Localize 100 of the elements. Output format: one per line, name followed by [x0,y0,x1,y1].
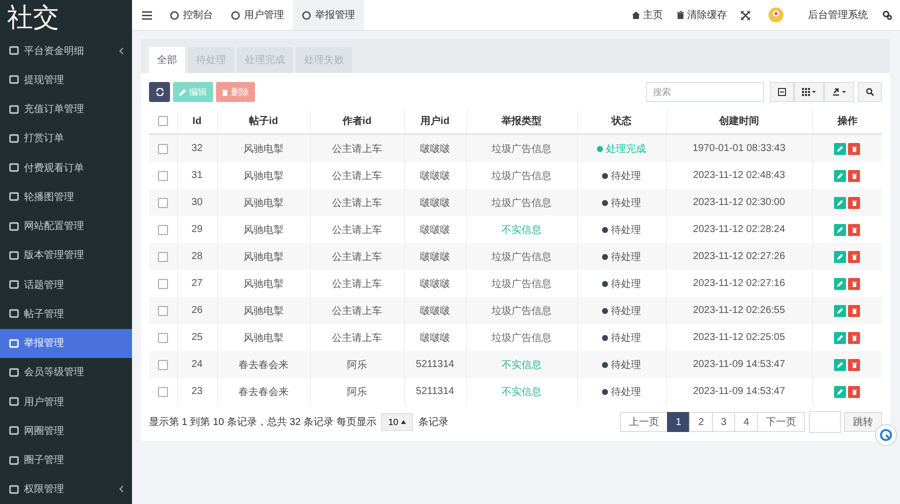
search-icon [866,88,874,96]
delete-button[interactable] [848,332,860,344]
edit-button[interactable] [834,278,846,290]
table-cell: 2023-11-12 02:28:24 [692,224,786,235]
table-cell: 2023-11-12 02:48:43 [692,170,786,181]
dot-icon [602,334,608,340]
sidebar-item[interactable]: 圈子管理 [0,446,132,475]
sidebar-item[interactable]: 打赏订单 [0,124,132,153]
column-header: 状态 [612,116,632,127]
page-button[interactable]: 4 [734,412,758,432]
nav-tab[interactable]: 举报管理 [293,0,364,30]
nav-link[interactable]: 主页 [632,8,663,22]
next-page-button[interactable]: 下一页 [757,412,805,432]
checkbox[interactable] [158,170,168,181]
checkbox[interactable] [158,386,168,397]
delete-button[interactable] [848,196,860,208]
checkbox[interactable] [158,198,168,208]
sidebar-item[interactable]: 会员等级管理 [0,358,132,387]
edit-button[interactable] [834,250,846,262]
checkbox[interactable] [158,252,168,262]
edit-button[interactable] [834,386,846,398]
circle-icon [231,10,240,20]
sidebar-item[interactable]: 权限管理 [0,474,132,504]
table-cell: 2023-11-12 02:27:26 [692,251,786,262]
page-button[interactable]: 3 [712,412,736,432]
delete-button[interactable] [848,170,860,182]
square-icon [9,163,19,172]
nav-link[interactable]: 清除缓存 [677,8,727,22]
edit-button[interactable] [834,304,846,316]
sidebar-item[interactable]: 举报管理 [0,328,132,358]
sidebar-item[interactable]: 版本管理管理 [0,240,132,270]
square-icon [9,456,19,465]
checkbox[interactable] [158,116,168,126]
table-cell: 5211314 [416,359,454,370]
delete-button[interactable] [848,250,860,262]
table-cell: 公主请上车 [332,144,382,154]
sidebar-item[interactable]: 轮播图管理 [0,182,132,212]
edit-button[interactable] [834,224,846,236]
sidebar-item[interactable]: 网站配置管理 [0,212,132,241]
table-cell: 垃圾广告信息 [492,144,552,154]
delete-button[interactable] [848,358,860,370]
table-cell: 垃圾广告信息 [492,198,552,208]
page-size-dropdown[interactable]: 10 [381,413,414,431]
toggle-view-button[interactable] [770,82,794,102]
table-cell: 32 [191,143,203,154]
status-label: 待处理 [602,358,641,372]
nav-tab[interactable]: 控制台 [161,0,222,30]
delete-button[interactable] [848,386,860,398]
checkbox[interactable] [158,278,168,289]
previous-page-button[interactable]: 上一页 [620,412,668,432]
export-button[interactable] [824,82,854,102]
edit-button[interactable] [834,170,846,182]
search-field[interactable]: 搜索 [646,82,764,102]
checkbox[interactable] [158,224,168,235]
caret-icon [401,420,406,424]
table-cell: 风驰电掣 [244,144,284,154]
sidebar-item[interactable]: 帖子管理 [0,299,132,328]
table-cell: 2023-11-12 02:26:55 [692,305,786,316]
sidebar-item[interactable]: 充值订单管理 [0,94,132,124]
edit-button[interactable] [834,358,846,370]
sidebar-item[interactable]: 话题管理 [0,270,132,300]
edit-button[interactable] [834,142,846,154]
delete-button[interactable] [848,142,860,154]
pencil-icon [837,362,844,368]
menu-icon [142,10,152,20]
refresh-button[interactable] [149,82,170,102]
checkbox[interactable] [158,360,168,370]
delete-button[interactable] [848,304,860,316]
checkbox[interactable] [158,332,168,343]
page-number-field[interactable] [809,411,841,433]
edit-button[interactable] [834,196,846,208]
delete-button[interactable] [848,278,860,290]
sidebar-item[interactable]: 平台资金明细 [0,36,132,66]
checkbox[interactable] [158,144,168,154]
jump-button[interactable]: 跳转 [844,412,882,432]
table-cell: 26 [191,305,203,316]
trash-icon [852,308,857,314]
delete-button[interactable] [848,224,860,236]
page-button[interactable]: 2 [689,412,713,432]
sidebar-item[interactable]: 网圈管理 [0,416,132,446]
trash-icon [852,146,857,152]
page-button[interactable]: 1 [666,412,690,432]
filter-tab[interactable]: 全部 [149,47,185,73]
sidebar-item[interactable]: 付费观看订单 [0,153,132,182]
sidebar-item[interactable]: 提现管理 [0,65,132,94]
columns-button[interactable] [794,82,824,102]
trash-icon [852,280,857,286]
nav-tab[interactable]: 用户管理 [222,0,293,30]
square-icon [9,338,19,348]
trash-icon [222,88,228,96]
table-cell: 28 [191,251,203,262]
table-cell: 风驰电掣 [244,252,284,262]
checkbox[interactable] [158,306,168,316]
table-cell: 公主请上车 [332,332,382,344]
table-cell: 啵啵啵 [420,224,450,236]
pencil-icon [837,388,844,394]
search-button[interactable] [858,82,882,102]
table-cell: 春去春会来 [238,386,288,398]
edit-button[interactable] [834,332,846,344]
sidebar-item[interactable]: 用户管理 [0,387,132,416]
